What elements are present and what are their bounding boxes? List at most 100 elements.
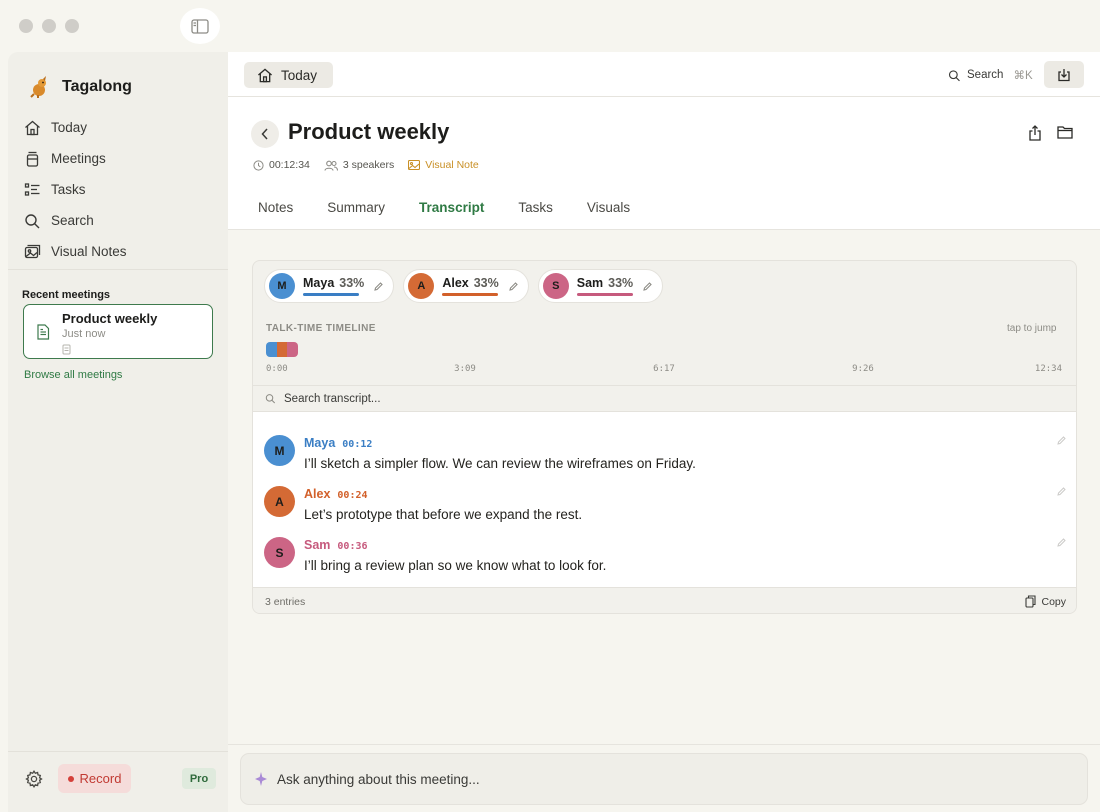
sidebar-toggle-button[interactable] bbox=[180, 8, 220, 44]
entry-text: Let’s prototype that before we expand th… bbox=[304, 507, 583, 522]
search-shortcut: ⌘K bbox=[1013, 70, 1033, 82]
entry-count: 3 entries bbox=[265, 595, 306, 608]
record-button[interactable]: Record bbox=[58, 764, 131, 793]
timeline-segment[interactable] bbox=[276, 342, 288, 357]
share-icon[interactable] bbox=[1028, 125, 1042, 141]
transcript-entry[interactable]: S Sam 00:36 I’ll bring a review plan so w… bbox=[253, 528, 1076, 579]
speaker-count: 3 speakers bbox=[324, 159, 394, 171]
note-icon bbox=[62, 344, 71, 355]
chevron-left-icon bbox=[261, 128, 268, 140]
entry-speaker[interactable]: Maya bbox=[304, 436, 335, 450]
speaker-chip-maya[interactable]: M Maya 33% bbox=[264, 269, 395, 303]
transcript-entry[interactable]: M Maya 00:12 I’ll sketch a simpler flow. … bbox=[253, 426, 1076, 477]
sidebar-item-tasks[interactable]: Tasks bbox=[8, 174, 228, 205]
search-label: Search bbox=[967, 69, 1004, 81]
timeline-tick: 3:09 bbox=[454, 364, 476, 374]
visual-note-label: Visual Note bbox=[425, 159, 479, 171]
record-dot-icon bbox=[67, 775, 74, 782]
entry-speaker[interactable]: Alex bbox=[304, 487, 330, 501]
today-breadcrumb-button[interactable]: Today bbox=[244, 62, 333, 88]
ask-bar-container: Ask anything about this meeting... bbox=[228, 744, 1100, 812]
sidebar-item-search[interactable]: Search bbox=[8, 205, 228, 236]
browse-all-meetings-link[interactable]: Browse all meetings bbox=[24, 369, 122, 381]
recent-meeting-card[interactable]: Product weekly Just now bbox=[23, 304, 213, 359]
page-title: Product weekly bbox=[288, 119, 450, 144]
duration: 00:12:34 bbox=[253, 159, 310, 171]
tab-summary[interactable]: Summary bbox=[315, 187, 397, 230]
ask-input[interactable]: Ask anything about this meeting... bbox=[240, 753, 1088, 805]
avatar: S bbox=[542, 273, 569, 299]
sidebar-footer-divider bbox=[8, 751, 228, 752]
home-icon bbox=[25, 120, 40, 135]
edit-pencil-icon[interactable] bbox=[508, 281, 518, 291]
entry-speaker[interactable]: Sam bbox=[304, 538, 330, 552]
recent-meetings-heading: Recent meetings bbox=[22, 289, 111, 301]
pro-badge[interactable]: Pro bbox=[182, 768, 216, 789]
copy-icon bbox=[1025, 595, 1037, 608]
edit-pencil-icon[interactable] bbox=[374, 281, 384, 291]
transcript-search[interactable]: Search transcript... bbox=[253, 385, 1076, 412]
tab-visuals[interactable]: Visuals bbox=[575, 187, 642, 230]
timeline-ticks: 0:00 3:09 6:17 9:26 12:34 bbox=[266, 364, 1062, 376]
entry-timestamp[interactable]: 00:12 bbox=[342, 439, 372, 450]
speaker-chip-alex[interactable]: A Alex 33% bbox=[403, 269, 529, 303]
document-icon bbox=[37, 324, 50, 340]
transcript-footer: 3 entries Copy bbox=[253, 587, 1076, 613]
edit-pencil-icon[interactable] bbox=[1057, 436, 1066, 445]
gear-icon[interactable] bbox=[25, 770, 43, 788]
speaker-chip-sam[interactable]: S Sam 33% bbox=[537, 269, 664, 303]
talk-share-bar bbox=[303, 293, 359, 296]
app-name: Tagalong bbox=[62, 78, 132, 95]
meeting-tabs: Notes Summary Transcript Tasks Visuals bbox=[246, 187, 652, 230]
top-toolbar: Today Search ⌘K bbox=[228, 52, 1100, 97]
tab-transcript[interactable]: Transcript bbox=[407, 187, 497, 230]
transcript-entry[interactable]: A Alex 00:24 Let’s prototype that before … bbox=[253, 477, 1076, 528]
search-icon bbox=[25, 213, 40, 228]
back-button[interactable] bbox=[251, 120, 279, 148]
entry-timestamp[interactable]: 00:36 bbox=[337, 541, 367, 552]
talk-time-timeline[interactable] bbox=[266, 342, 298, 357]
transcript-search-input[interactable]: Search transcript... bbox=[284, 393, 381, 405]
speaker-name: Maya bbox=[303, 276, 335, 290]
copy-button[interactable]: Copy bbox=[1025, 595, 1066, 608]
sidebar-item-today[interactable]: Today bbox=[8, 112, 228, 143]
recent-meeting-title: Product weekly bbox=[62, 311, 158, 326]
entry-timestamp[interactable]: 00:24 bbox=[337, 490, 367, 501]
avatar: M bbox=[269, 273, 295, 299]
timeline-segment[interactable] bbox=[266, 342, 277, 357]
zoom-window-button[interactable] bbox=[65, 19, 79, 33]
transcript-entries: M Maya 00:12 I’ll sketch a simpler flow. … bbox=[253, 412, 1076, 587]
close-window-button[interactable] bbox=[19, 19, 33, 33]
visual-note-link[interactable]: Visual Note bbox=[408, 159, 479, 171]
talk-share-bar bbox=[576, 293, 633, 296]
today-label: Today bbox=[281, 67, 318, 83]
speaker-percent: 33% bbox=[473, 276, 499, 290]
main-panel: Today Search ⌘K Product weekly 00:12:34 bbox=[228, 52, 1100, 812]
timeline-segment[interactable] bbox=[287, 342, 298, 357]
window-controls bbox=[19, 19, 79, 33]
speaker-name: Sam bbox=[576, 276, 604, 290]
sidebar-nav: Today Meetings Tasks Search Visual Notes bbox=[8, 112, 228, 267]
sidebar-divider bbox=[8, 269, 228, 270]
global-search-button[interactable]: Search ⌘K bbox=[948, 68, 1033, 82]
entry-text: I’ll bring a review plan so we know what… bbox=[304, 558, 607, 573]
sidebar-item-label: Search bbox=[51, 213, 94, 228]
timeline-label: TALK-TIME TIMELINE bbox=[266, 323, 376, 334]
tagalong-logo-icon bbox=[26, 74, 52, 100]
meetings-icon bbox=[26, 151, 39, 167]
minimize-window-button[interactable] bbox=[42, 19, 56, 33]
edit-pencil-icon[interactable] bbox=[1057, 538, 1066, 547]
edit-pencil-icon[interactable] bbox=[1057, 487, 1066, 496]
tab-notes[interactable]: Notes bbox=[246, 187, 305, 230]
sidebar-item-label: Today bbox=[51, 120, 88, 135]
folder-icon[interactable] bbox=[1057, 125, 1073, 139]
tab-tasks[interactable]: Tasks bbox=[506, 187, 565, 230]
sidebar-item-label: Visual Notes bbox=[51, 244, 127, 259]
visual-notes-icon bbox=[24, 244, 41, 258]
download-button[interactable] bbox=[1044, 61, 1084, 88]
sparkle-icon bbox=[255, 772, 267, 786]
edit-pencil-icon[interactable] bbox=[643, 281, 652, 291]
sidebar-item-visual-notes[interactable]: Visual Notes bbox=[8, 236, 228, 267]
sidebar-toggle-icon bbox=[191, 18, 209, 34]
sidebar-item-meetings[interactable]: Meetings bbox=[8, 143, 228, 174]
